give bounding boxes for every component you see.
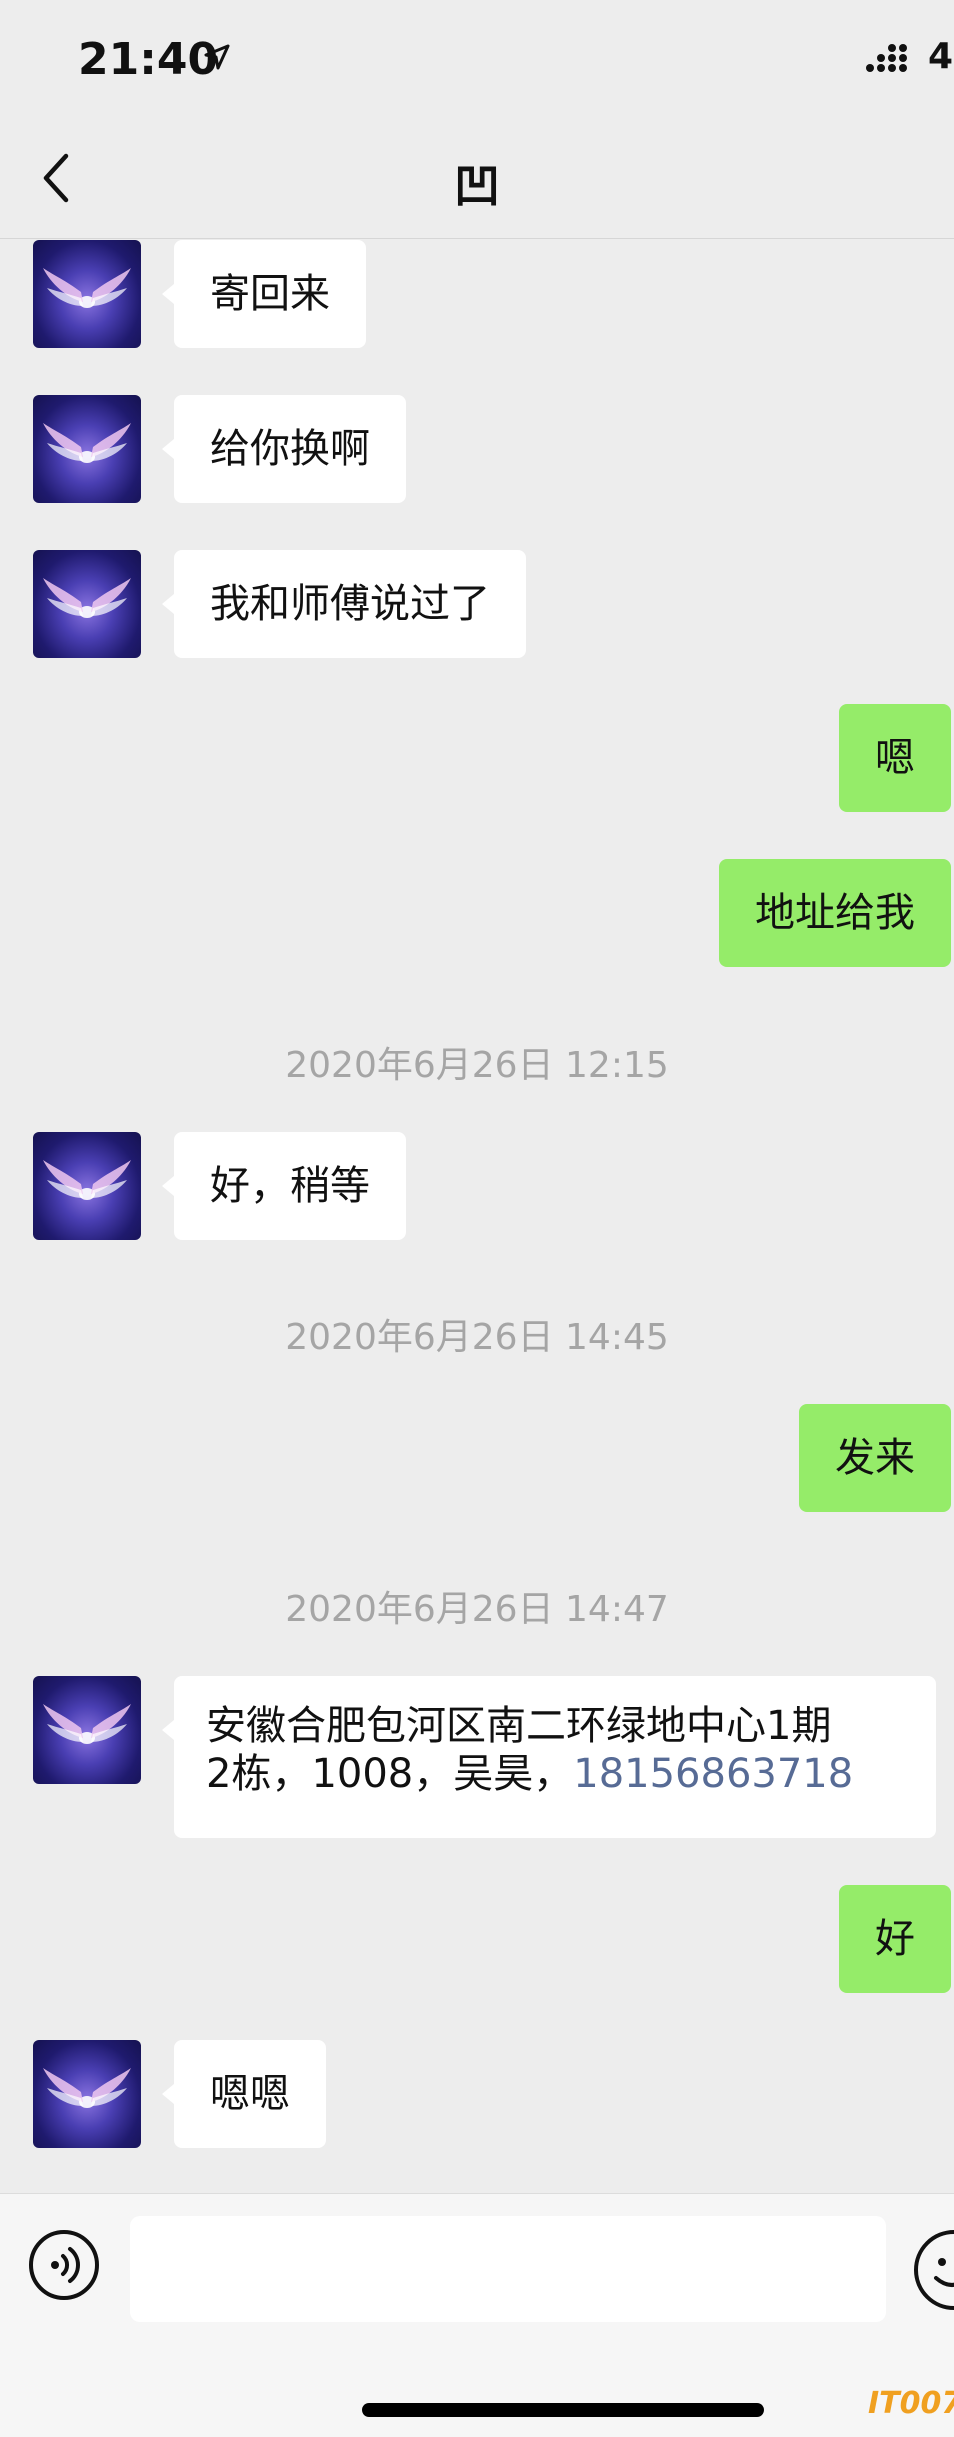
contact-avatar[interactable] bbox=[33, 1676, 141, 1784]
chat-header: 凹 bbox=[0, 118, 954, 239]
address-line-2: 2栋，1008，吴昊，18156863718 bbox=[206, 1750, 904, 1798]
message-text: 给你换啊 bbox=[210, 426, 370, 472]
battery-level-text: 4 bbox=[928, 36, 954, 77]
voice-input-button[interactable] bbox=[29, 2230, 99, 2300]
bubble-tail bbox=[162, 284, 174, 304]
message-bubble-outgoing[interactable]: 发来 bbox=[799, 1404, 951, 1512]
contact-avatar[interactable] bbox=[33, 395, 141, 503]
contact-avatar[interactable] bbox=[33, 1132, 141, 1240]
angel-wings-icon bbox=[43, 1704, 131, 1744]
status-time: 21:40 bbox=[78, 34, 219, 85]
contact-avatar[interactable] bbox=[33, 240, 141, 348]
message-text: 我和师傅说过了 bbox=[210, 581, 490, 627]
chat-title: 凹 bbox=[454, 159, 500, 213]
message-bubble-incoming[interactable]: 好，稍等 bbox=[174, 1132, 406, 1240]
voice-icon bbox=[51, 2247, 80, 2283]
bubble-tail bbox=[162, 1176, 174, 1196]
cellular-signal-icon bbox=[866, 44, 907, 72]
address-line-1: 安徽合肥包河区南二环绿地中心1期 bbox=[206, 1703, 832, 1749]
angel-wings-icon bbox=[43, 2068, 131, 2108]
message-text: 地址给我 bbox=[755, 890, 915, 936]
angel-wings-icon bbox=[43, 1160, 131, 1200]
message-bubble-incoming[interactable]: 安徽合肥包河区南二环绿地中心1期 2栋，1008，吴昊，18156863718 bbox=[174, 1676, 936, 1838]
message-bubble-incoming[interactable]: 我和师傅说过了 bbox=[174, 550, 526, 658]
angel-wings-icon bbox=[43, 578, 131, 618]
message-bubble-incoming[interactable]: 寄回来 bbox=[174, 240, 366, 348]
status-bar: 21:40 4 bbox=[0, 0, 954, 118]
message-bubble-outgoing[interactable]: 嗯 bbox=[839, 704, 951, 812]
bubble-tail bbox=[162, 594, 174, 614]
home-indicator[interactable] bbox=[362, 2403, 764, 2417]
message-text: 寄回来 bbox=[210, 271, 330, 317]
message-text: 发来 bbox=[835, 1435, 915, 1481]
message-text: 好 bbox=[875, 1916, 915, 1962]
bubble-tail bbox=[162, 439, 174, 459]
input-bar bbox=[0, 2193, 954, 2437]
message-text: 嗯嗯 bbox=[210, 2071, 290, 2117]
message-bubble-outgoing[interactable]: 地址给我 bbox=[719, 859, 951, 967]
message-input[interactable] bbox=[130, 2216, 886, 2322]
message-text: 嗯 bbox=[875, 735, 915, 781]
bubble-tail bbox=[162, 1720, 174, 1740]
message-bubble-incoming[interactable]: 给你换啊 bbox=[174, 395, 406, 503]
message-timestamp: 2020年6月26日 14:45 bbox=[285, 1317, 669, 1358]
angel-wings-icon bbox=[43, 423, 131, 463]
contact-avatar[interactable] bbox=[33, 2040, 141, 2148]
message-bubble-outgoing[interactable]: 好 bbox=[839, 1885, 951, 1993]
emoji-button[interactable] bbox=[914, 2230, 954, 2310]
message-timestamp: 2020年6月26日 12:15 bbox=[285, 1045, 669, 1086]
bubble-tail bbox=[162, 2084, 174, 2104]
smiley-icon bbox=[934, 2258, 954, 2287]
phone-number-link[interactable]: 18156863718 bbox=[573, 1751, 853, 1797]
location-arrow-icon bbox=[204, 44, 230, 70]
message-text: 好，稍等 bbox=[210, 1163, 370, 1209]
message-timestamp: 2020年6月26日 14:47 bbox=[285, 1589, 669, 1630]
message-bubble-incoming[interactable]: 嗯嗯 bbox=[174, 2040, 326, 2148]
watermark-logo: IT007 bbox=[868, 2386, 954, 2421]
address-prefix: 2栋，1008，吴昊， bbox=[206, 1751, 574, 1797]
angel-wings-icon bbox=[43, 268, 131, 308]
contact-avatar[interactable] bbox=[33, 550, 141, 658]
